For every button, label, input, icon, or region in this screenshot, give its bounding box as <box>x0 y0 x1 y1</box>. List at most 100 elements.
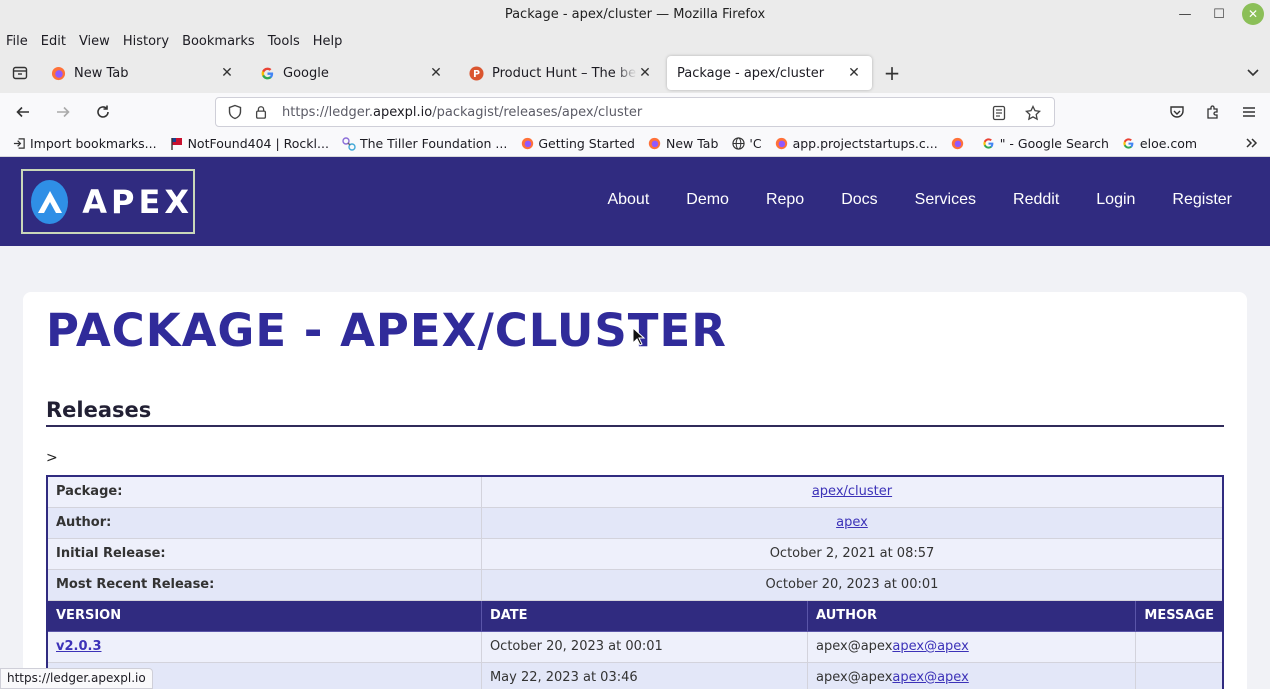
pocket-icon <box>1170 106 1184 118</box>
globe-icon <box>731 137 745 151</box>
version-link[interactable]: v2.0.3 <box>56 639 102 654</box>
firefox-icon <box>50 65 66 81</box>
bookmark-item[interactable]: app.projectstartups.c... <box>775 136 938 151</box>
google-icon <box>1122 137 1136 151</box>
info-value: October 2, 2021 at 08:57 <box>480 537 1224 570</box>
bookmark-item[interactable] <box>951 137 969 151</box>
tab-new-tab[interactable]: New Tab ✕ <box>40 56 245 90</box>
info-key-text: Most Recent Release <box>56 577 210 592</box>
lock-icon[interactable] <box>250 101 272 123</box>
bookmark-item[interactable]: " - Google Search <box>982 136 1109 151</box>
bookmark-label: app.projectstartups.c... <box>792 136 938 151</box>
minimize-button[interactable]: — <box>1174 3 1196 25</box>
hamburger-icon <box>1243 107 1255 117</box>
column-header-author: AUTHOR <box>807 599 1137 632</box>
close-tab-icon[interactable]: ✕ <box>637 65 653 81</box>
nav-reddit[interactable]: Reddit <box>1013 191 1059 209</box>
menu-edit[interactable]: Edit <box>41 34 66 49</box>
tab-label: Package - apex/cluster <box>677 65 825 81</box>
menu-bookmarks[interactable]: Bookmarks <box>182 34 255 49</box>
reader-view-icon[interactable] <box>988 102 1010 124</box>
author-cell: apex@apexapex@apex <box>807 661 1137 689</box>
forward-button[interactable] <box>46 97 80 127</box>
bookmark-label: New Tab <box>665 136 719 151</box>
author-text: apex@apex <box>816 669 893 685</box>
new-tab-button[interactable]: + <box>876 57 908 89</box>
tab-package-apex-cluster[interactable]: Package - apex/cluster ✕ <box>667 56 872 90</box>
page-content: APEX About Demo Repo Docs Services Reddi… <box>0 157 1270 689</box>
nav-register[interactable]: Register <box>1172 191 1232 209</box>
apex-logo-icon <box>31 179 69 224</box>
menu-file[interactable]: File <box>6 34 28 49</box>
info-key: Most Recent Release: <box>46 568 482 601</box>
bookmark-item[interactable]: Getting Started <box>520 136 635 151</box>
pocket-button[interactable] <box>1164 97 1190 127</box>
extensions-button[interactable] <box>1200 97 1226 127</box>
nav-docs[interactable]: Docs <box>841 191 877 209</box>
close-window-button[interactable]: ✕ <box>1242 3 1264 25</box>
bookmark-item[interactable]: Import bookmarks... <box>12 136 157 151</box>
author-link[interactable]: apex <box>836 515 868 530</box>
close-tab-icon[interactable]: ✕ <box>219 65 235 81</box>
tab-label: New Tab <box>74 65 129 81</box>
bookmark-label: Import bookmarks... <box>30 136 157 151</box>
close-tab-icon[interactable]: ✕ <box>428 65 444 81</box>
author-cell: apex@apexapex@apex <box>807 630 1137 663</box>
table-row: v2.0.3 October 20, 2023 at 00:01 apex@ap… <box>46 630 1224 663</box>
nav-demo[interactable]: Demo <box>686 191 729 209</box>
author-email-link[interactable]: apex@apex <box>892 670 968 685</box>
app-menu-button[interactable] <box>1236 97 1262 127</box>
bookmark-item[interactable]: New Tab <box>648 136 718 151</box>
list-all-tabs-button[interactable] <box>1246 65 1260 83</box>
shield-icon[interactable] <box>224 101 246 123</box>
message-cell <box>1135 661 1224 689</box>
column-header-message: MESSAGE <box>1135 599 1224 632</box>
url-prefix: https://ledger. <box>282 104 373 120</box>
prefix-text: > <box>46 450 58 466</box>
tab-product-hunt[interactable]: P Product Hunt – The best new ✕ <box>458 56 663 90</box>
url-bar[interactable]: https://ledger.apexpl.io/packagist/relea… <box>215 97 1055 127</box>
info-value: apex/cluster <box>480 475 1224 508</box>
menu-view[interactable]: View <box>79 34 110 49</box>
url-domain: apexpl.io <box>373 104 433 120</box>
nav-about[interactable]: About <box>607 191 649 209</box>
package-link[interactable]: apex/cluster <box>812 484 892 499</box>
nav-services[interactable]: Services <box>915 191 976 209</box>
tab-google[interactable]: Google ✕ <box>249 56 454 90</box>
date-cell: May 22, 2023 at 03:46 <box>480 661 809 689</box>
window-title: Package - apex/cluster — Mozilla Firefox <box>504 7 766 22</box>
section-divider <box>46 425 1224 427</box>
info-row: Author: apex <box>46 506 1224 539</box>
bookmark-star-icon[interactable] <box>1022 102 1044 124</box>
tab-bar: New Tab ✕ Google ✕ P Product Hunt – The … <box>0 53 1270 93</box>
bookmark-label: eloe.com <box>1139 136 1198 151</box>
bookmark-label: NotFound404 | Rockl... <box>187 136 329 151</box>
bookmarks-toolbar: Import bookmarks... NotFound404 | Rockl.… <box>0 131 1270 157</box>
menu-help[interactable]: Help <box>313 34 343 49</box>
navigation-toolbar: https://ledger.apexpl.io/packagist/relea… <box>0 93 1270 131</box>
close-tab-icon[interactable]: ✕ <box>846 65 862 81</box>
nav-repo[interactable]: Repo <box>766 191 804 209</box>
table-header-row: VERSION DATE AUTHOR MESSAGE <box>46 599 1224 632</box>
author-email-link[interactable]: apex@apex <box>892 639 968 654</box>
releases-table: Package: apex/cluster Author: apex Initi… <box>46 475 1224 689</box>
nav-login[interactable]: Login <box>1096 191 1135 209</box>
window-titlebar: Package - apex/cluster — Mozilla Firefox… <box>0 0 1270 29</box>
info-value: apex <box>480 506 1224 539</box>
site-logo[interactable]: APEX <box>21 169 195 234</box>
bookmark-item[interactable]: NotFound404 | Rockl... <box>170 136 329 151</box>
info-key: Author: <box>46 506 482 539</box>
date-cell: October 20, 2023 at 00:01 <box>480 630 809 663</box>
info-row: Most Recent Release: October 20, 2023 at… <box>46 568 1224 601</box>
bookmark-item[interactable]: eloe.com <box>1122 136 1197 151</box>
bookmark-item[interactable]: The Tiller Foundation ... <box>342 136 507 151</box>
maximize-button[interactable]: ☐ <box>1208 3 1230 25</box>
firefox-view-button[interactable] <box>0 53 40 93</box>
menu-tools[interactable]: Tools <box>268 34 300 49</box>
bookmark-item[interactable]: 'C <box>731 136 762 151</box>
import-icon <box>12 137 26 151</box>
reload-button[interactable] <box>86 97 120 127</box>
back-button[interactable] <box>6 97 40 127</box>
menu-history[interactable]: History <box>123 34 169 49</box>
bookmarks-overflow-button[interactable] <box>1244 136 1258 154</box>
